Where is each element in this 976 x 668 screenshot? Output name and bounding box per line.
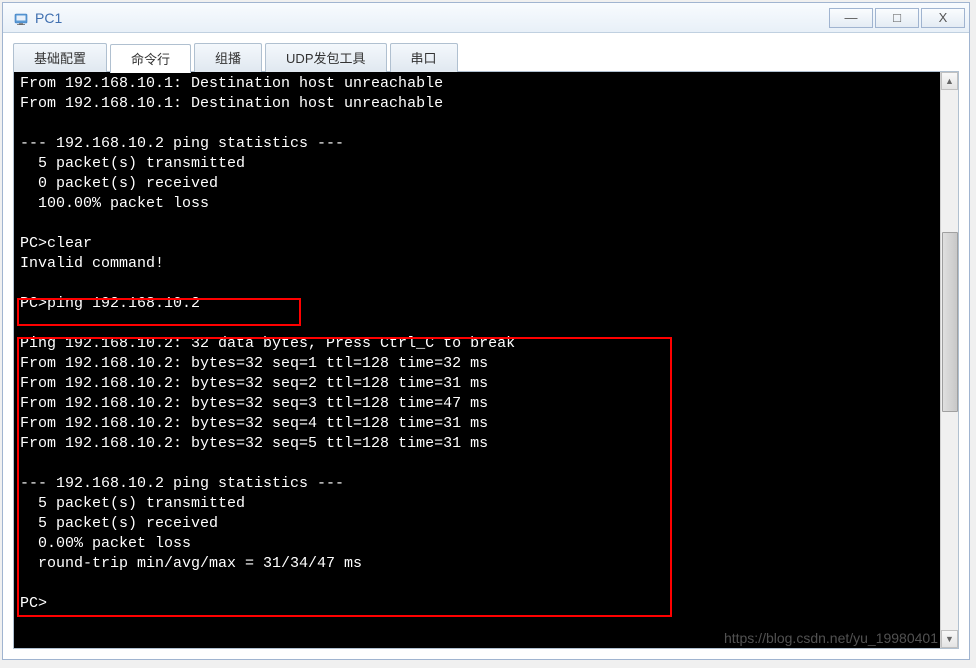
tab-udp-tool[interactable]: UDP发包工具 bbox=[265, 43, 386, 72]
titlebar: PC1 — □ X bbox=[3, 3, 969, 33]
scrollbar-thumb[interactable] bbox=[942, 232, 958, 412]
app-window: PC1 — □ X 基础配置 命令行 组播 UDP发包工具 串口 From 19… bbox=[2, 2, 970, 660]
terminal[interactable]: From 192.168.10.1: Destination host unre… bbox=[14, 72, 940, 648]
app-icon bbox=[13, 10, 29, 26]
window-title: PC1 bbox=[35, 10, 827, 26]
vertical-scrollbar[interactable]: ▲ ▼ bbox=[940, 72, 958, 648]
tab-basic-config[interactable]: 基础配置 bbox=[13, 43, 107, 72]
scrollbar-down-button[interactable]: ▼ bbox=[941, 630, 958, 648]
tab-command-line[interactable]: 命令行 bbox=[110, 44, 191, 73]
close-button[interactable]: X bbox=[921, 8, 965, 28]
minimize-button[interactable]: — bbox=[829, 8, 873, 28]
terminal-container: From 192.168.10.1: Destination host unre… bbox=[13, 71, 959, 649]
tab-bar: 基础配置 命令行 组播 UDP发包工具 串口 bbox=[13, 43, 959, 72]
content-area: 基础配置 命令行 组播 UDP发包工具 串口 From 192.168.10.1… bbox=[3, 33, 969, 659]
tab-multicast[interactable]: 组播 bbox=[194, 43, 262, 72]
tab-serial[interactable]: 串口 bbox=[390, 43, 458, 72]
scrollbar-up-button[interactable]: ▲ bbox=[941, 72, 958, 90]
window-controls: — □ X bbox=[827, 8, 965, 28]
maximize-button[interactable]: □ bbox=[875, 8, 919, 28]
